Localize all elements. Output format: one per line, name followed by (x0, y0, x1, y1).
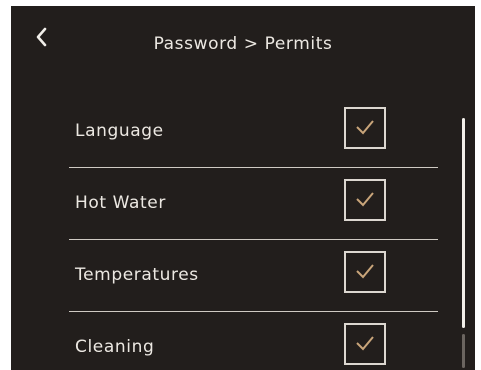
checkmark-icon (356, 264, 374, 279)
permit-label: Cleaning (75, 337, 155, 357)
permit-label: Language (75, 121, 164, 141)
permit-checkbox-language[interactable] (344, 107, 386, 149)
scrollbar[interactable] (460, 118, 466, 368)
scrollbar-thumb[interactable] (462, 118, 465, 328)
permit-checkbox-hot-water[interactable] (344, 179, 386, 221)
permit-checkbox-temperatures[interactable] (344, 251, 386, 293)
permit-row-temperatures: Temperatures (69, 240, 438, 312)
permit-label: Temperatures (75, 265, 199, 285)
checkmark-icon (356, 336, 374, 351)
checkmark-icon (356, 192, 374, 207)
permit-row-hot-water: Hot Water (69, 168, 438, 240)
permit-row-language: Language (69, 96, 438, 168)
permit-label: Hot Water (75, 193, 166, 213)
permit-checkbox-cleaning[interactable] (344, 323, 386, 365)
scrollbar-track (462, 334, 465, 368)
checkmark-icon (356, 120, 374, 135)
permit-row-cleaning: Cleaning (69, 312, 438, 370)
page-title: Password > Permits (153, 34, 333, 54)
permits-list: Language Hot Water Temperatures Cleaning (69, 96, 438, 370)
permits-screen: Password > Permits Language Hot Water Te… (11, 6, 475, 370)
